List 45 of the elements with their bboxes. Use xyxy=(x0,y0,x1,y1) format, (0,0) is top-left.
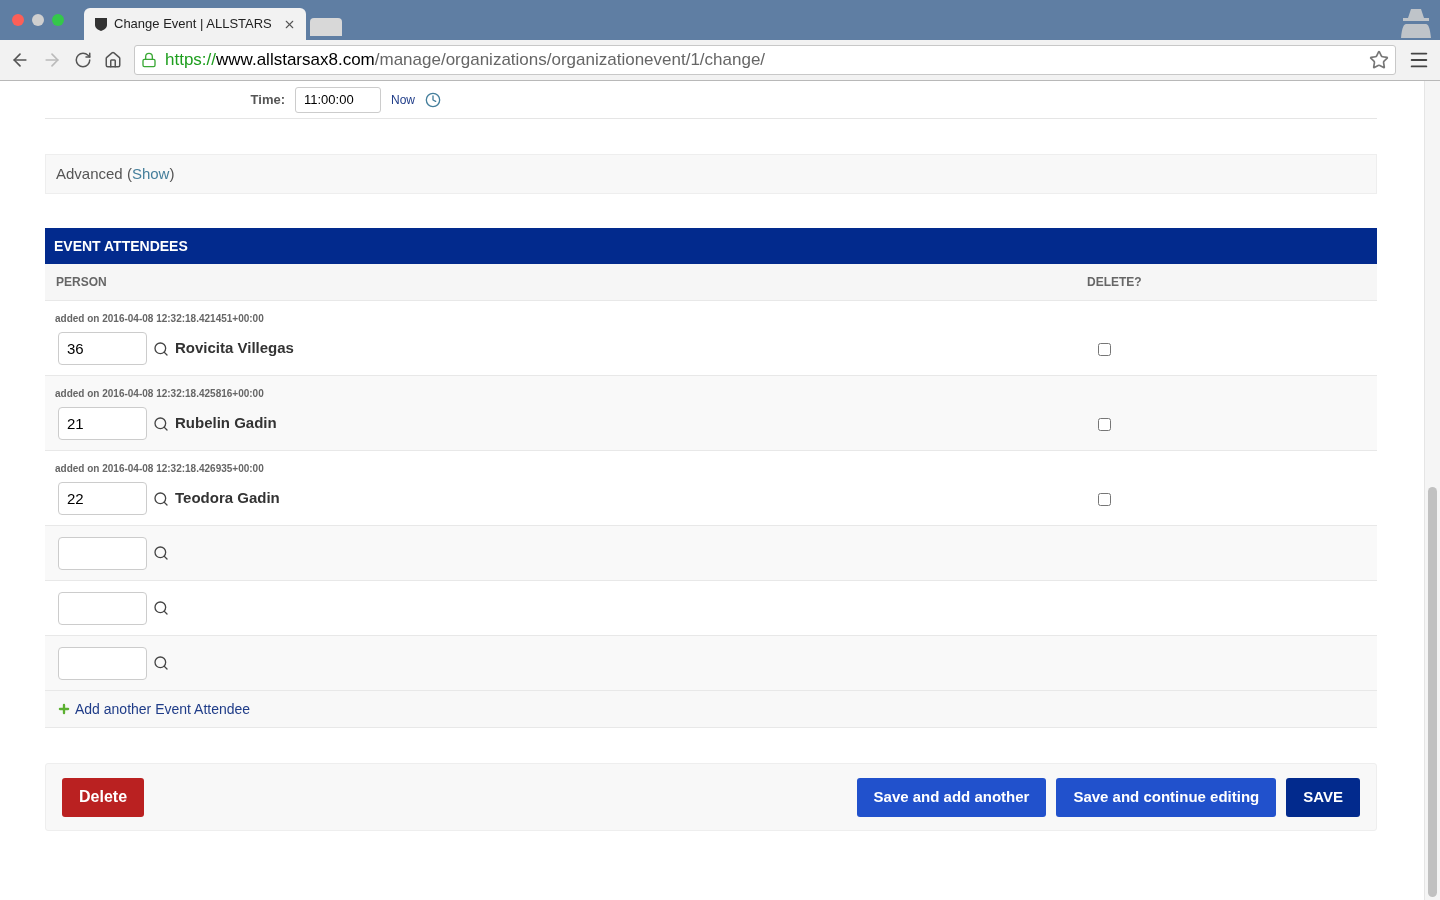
added-timestamp: added on 2016-04-08 12:32:18.425816+00:00 xyxy=(55,387,265,401)
save-button[interactable]: SAVE xyxy=(1286,777,1360,817)
show-link[interactable]: Show xyxy=(131,164,170,182)
reload-icon[interactable] xyxy=(74,51,92,69)
plus-icon xyxy=(57,702,71,716)
section-header: EVENT ATTENDEES xyxy=(45,228,1377,264)
search-icon[interactable] xyxy=(153,415,169,432)
lock-icon xyxy=(141,52,157,68)
person-id-field[interactable] xyxy=(58,536,147,570)
shield-logo-icon xyxy=(94,16,108,32)
field-label: Time: xyxy=(249,90,285,109)
add-attendee-link[interactable]: Add another Event Attendee xyxy=(75,698,251,720)
address-bar[interactable]: https://www.allstarsax8.com/manage/organizations/organizationevent/1/change/ xyxy=(134,45,1396,75)
person-id-field[interactable]: 36 xyxy=(58,332,147,365)
save-button[interactable]: Save and continue editing xyxy=(1056,777,1277,817)
person-id-field[interactable]: 22 xyxy=(58,482,147,515)
search-icon[interactable] xyxy=(153,655,169,671)
advanced-label: Advanced (Show) xyxy=(56,163,175,184)
added-timestamp: added on 2016-04-08 12:32:18.421451+00:00 xyxy=(55,312,265,326)
delete-checkbox[interactable] xyxy=(1098,417,1111,431)
browser-tab[interactable]: Change Event | ALLSTARS xyxy=(84,8,306,40)
person-id-field[interactable] xyxy=(58,591,147,625)
person-name: Rovicita Villegas xyxy=(175,338,294,359)
added-timestamp: added on 2016-04-08 12:32:18.426935+00:00 xyxy=(55,462,265,476)
search-icon[interactable] xyxy=(153,340,169,357)
delete-checkbox[interactable] xyxy=(1098,492,1111,506)
time-field[interactable]: 11:00:00 xyxy=(295,86,381,113)
delete-checkbox[interactable] xyxy=(1098,342,1111,356)
person-name: Rubelin Gadin xyxy=(175,413,277,434)
home-icon[interactable] xyxy=(104,51,122,69)
now-link[interactable]: Now xyxy=(391,90,415,109)
bookmark-star-icon[interactable] xyxy=(1369,50,1389,70)
clock-icon[interactable] xyxy=(425,91,441,108)
column-header: DELETE? xyxy=(1087,274,1142,291)
minimize-window-icon[interactable] xyxy=(32,14,44,26)
person-id-field[interactable]: 21 xyxy=(58,407,147,440)
delete-button[interactable]: Delete xyxy=(62,777,145,817)
search-icon[interactable] xyxy=(153,600,169,616)
column-header: PERSON xyxy=(55,274,108,291)
save-button[interactable]: Save and add another xyxy=(856,777,1047,817)
scrollbar[interactable] xyxy=(1424,81,1440,900)
person-name: Teodora Gadin xyxy=(175,488,280,509)
person-id-field[interactable] xyxy=(58,646,147,680)
search-icon[interactable] xyxy=(153,545,169,561)
search-icon[interactable] xyxy=(153,490,169,507)
